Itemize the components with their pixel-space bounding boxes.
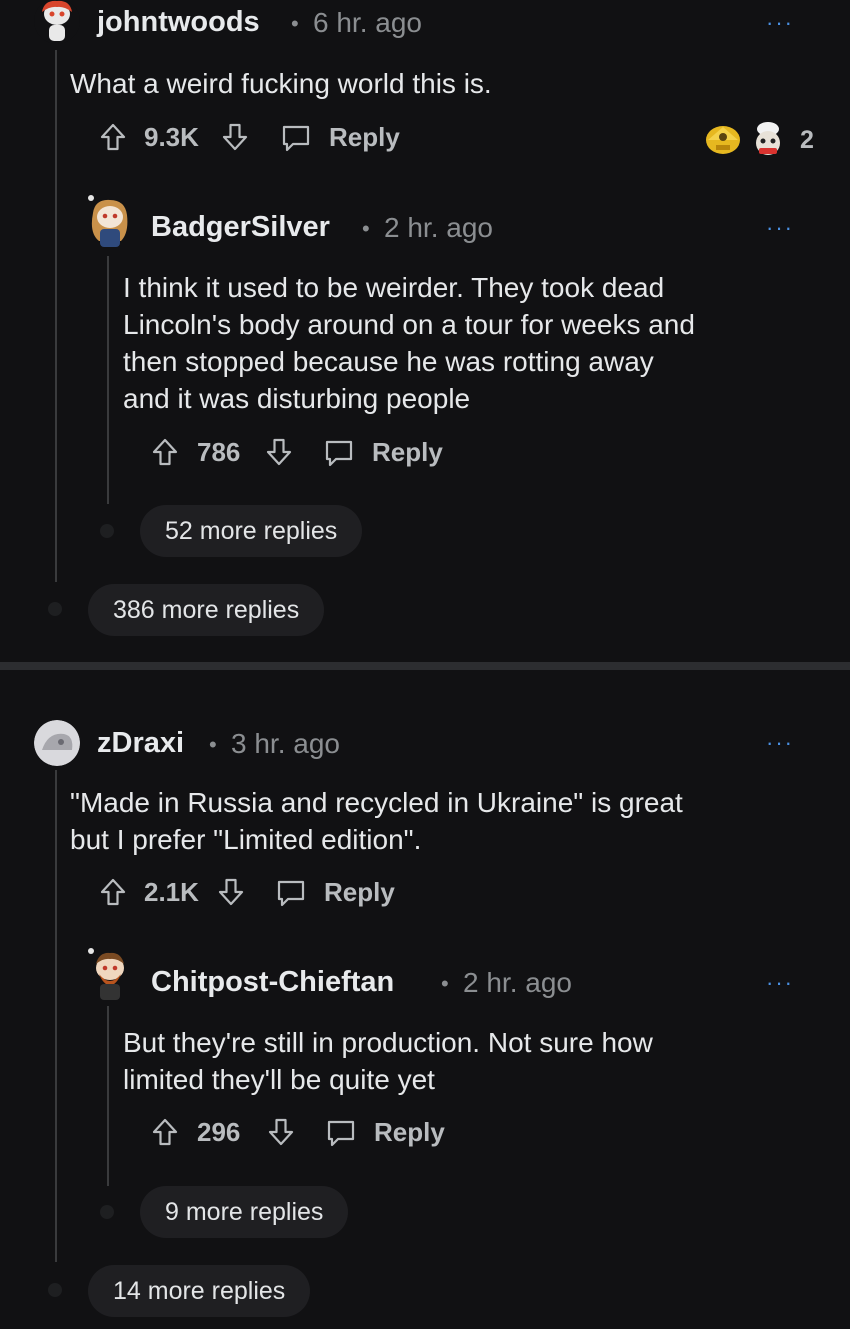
gold-award-icon bbox=[706, 126, 740, 154]
more-replies-bullet bbox=[48, 602, 62, 616]
vote-score: 9.3K bbox=[144, 122, 199, 152]
reply-button[interactable]: Reply bbox=[280, 122, 400, 153]
comment-timestamp: 3 hr. ago bbox=[231, 728, 340, 759]
reply-body-line: and it was disturbing people bbox=[123, 383, 471, 414]
reply-button[interactable]: Reply bbox=[323, 437, 443, 468]
reply-label: Reply bbox=[329, 122, 400, 152]
reply-body-line: Lincoln's body around on a tour for week… bbox=[123, 309, 695, 340]
comment-thread-2: zDraxi • 3 hr. ago ··· "Made in Russia a… bbox=[0, 670, 850, 1329]
downvote-arrow-icon bbox=[218, 878, 244, 906]
comment-body-line: but I prefer "Limited edition". bbox=[70, 824, 422, 855]
separator-dot: • bbox=[209, 732, 217, 757]
comment-username[interactable]: johntwoods bbox=[97, 6, 260, 39]
reply-label: Reply bbox=[324, 877, 395, 907]
comment-bubble-icon bbox=[277, 880, 305, 906]
snoo-avatar-icon bbox=[88, 948, 124, 1000]
snoo-avatar-icon bbox=[34, 0, 80, 44]
upvote-button[interactable] bbox=[151, 437, 179, 467]
downvote-arrow-icon bbox=[268, 1118, 294, 1146]
reply-label: Reply bbox=[372, 437, 443, 467]
comment-bubble-icon bbox=[325, 440, 353, 466]
reply-body: But they're still in production. Not sur… bbox=[123, 1024, 653, 1098]
upvote-arrow-icon bbox=[152, 1118, 178, 1146]
comment-username[interactable]: zDraxi bbox=[97, 727, 184, 760]
reply-timestamp: 2 hr. ago bbox=[463, 967, 572, 998]
more-options-button[interactable]: ··· bbox=[766, 730, 794, 756]
comment-body: "Made in Russia and recycled in Ukraine"… bbox=[70, 784, 683, 858]
reply-username[interactable]: Chitpost-Chieftan bbox=[151, 966, 394, 999]
reply-timestamp: 2 hr. ago bbox=[384, 212, 493, 243]
downvote-arrow-icon bbox=[266, 438, 292, 466]
more-options-button[interactable]: ··· bbox=[766, 970, 794, 996]
comment-thread-1: johntwoods • 6 hr. ago ··· What a weird … bbox=[0, 0, 850, 660]
upvote-button[interactable] bbox=[151, 1117, 179, 1147]
comment-bubble-icon bbox=[282, 125, 310, 151]
upvote-arrow-icon bbox=[100, 123, 126, 151]
more-replies-button[interactable]: 386 more replies bbox=[88, 584, 325, 636]
comment-body: What a weird fucking world this is. bbox=[70, 68, 492, 99]
comment-timestamp: 6 hr. ago bbox=[313, 7, 422, 38]
award-count: 2 bbox=[800, 126, 814, 154]
reply-body-line: limited they'll be quite yet bbox=[123, 1064, 435, 1095]
reply-body: I think it used to be weirder. They took… bbox=[123, 269, 695, 417]
thread-line[interactable] bbox=[55, 770, 57, 1262]
more-options-button[interactable]: ··· bbox=[766, 215, 794, 241]
downvote-arrow-icon bbox=[222, 123, 248, 151]
more-options-button[interactable]: ··· bbox=[766, 10, 794, 36]
reply-thread-line[interactable] bbox=[107, 256, 109, 504]
reply-username[interactable]: BadgerSilver bbox=[151, 211, 330, 244]
snoo-avatar-icon bbox=[88, 195, 128, 247]
reply-body-line: I think it used to be weirder. They took… bbox=[123, 272, 665, 303]
reply-button[interactable]: Reply bbox=[325, 1117, 445, 1148]
upvote-button[interactable] bbox=[99, 877, 127, 907]
thread-line[interactable] bbox=[55, 50, 57, 582]
more-replies-button[interactable]: 14 more replies bbox=[88, 1265, 311, 1317]
downvote-button[interactable] bbox=[267, 1117, 295, 1147]
avatar-chitpost-chieftan[interactable] bbox=[85, 946, 135, 1006]
awards-group[interactable] bbox=[704, 121, 794, 159]
reply-button[interactable]: Reply bbox=[275, 877, 395, 908]
avatar-zdraxi[interactable] bbox=[34, 720, 80, 766]
thread-divider bbox=[0, 662, 850, 670]
more-replies-bullet bbox=[48, 1283, 62, 1297]
separator-dot: • bbox=[291, 11, 299, 36]
more-replies-button[interactable]: 9 more replies bbox=[140, 1186, 349, 1238]
downvote-button[interactable] bbox=[217, 877, 245, 907]
more-replies-button[interactable]: 52 more replies bbox=[140, 505, 363, 557]
vote-score: 786 bbox=[197, 437, 241, 467]
upvote-arrow-icon bbox=[100, 878, 126, 906]
reply-thread-line[interactable] bbox=[107, 1006, 109, 1186]
avatar-badgersilver[interactable] bbox=[85, 193, 135, 253]
vote-score: 296 bbox=[197, 1117, 241, 1147]
downvote-button[interactable] bbox=[265, 437, 293, 467]
vote-score: 2.1K bbox=[144, 877, 199, 907]
reply-body-line: then stopped because he was rotting away bbox=[123, 346, 654, 377]
reply-body-line: But they're still in production. Not sur… bbox=[123, 1027, 653, 1058]
chef-award-icon bbox=[756, 122, 780, 155]
comment-body-line: "Made in Russia and recycled in Ukraine"… bbox=[70, 787, 683, 818]
upvote-arrow-icon bbox=[152, 438, 178, 466]
more-replies-bullet bbox=[100, 524, 114, 538]
avatar-johntwoods[interactable] bbox=[34, 0, 80, 44]
downvote-button[interactable] bbox=[221, 122, 249, 152]
separator-dot: • bbox=[362, 216, 370, 241]
separator-dot: • bbox=[441, 971, 449, 996]
upvote-button[interactable] bbox=[99, 122, 127, 152]
reply-label: Reply bbox=[374, 1117, 445, 1147]
snoo-avatar-icon bbox=[34, 720, 80, 766]
comment-bubble-icon bbox=[327, 1120, 355, 1146]
more-replies-bullet bbox=[100, 1205, 114, 1219]
